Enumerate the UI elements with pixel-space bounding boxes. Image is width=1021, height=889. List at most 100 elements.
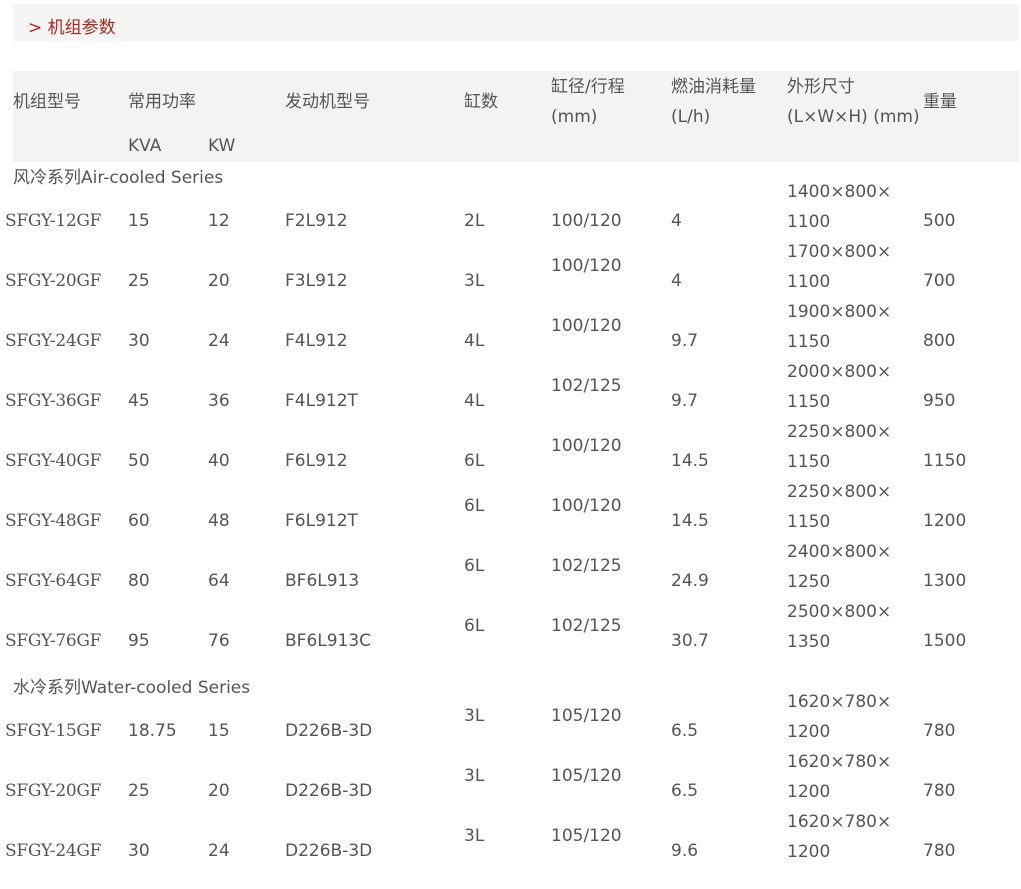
cell-cylinders: 3L [464, 826, 485, 846]
cell-dimensions: 1200 [787, 722, 831, 742]
cell-dimensions: 1250 [787, 572, 831, 592]
cell-cylinders: 6L [464, 496, 485, 516]
cell-weight: 800 [923, 331, 956, 351]
cell-engine: F6L912 [285, 451, 348, 471]
header-weight: 重量 [923, 92, 957, 112]
cell-engine: F6L912T [285, 511, 358, 531]
cell-fuel: 9.7 [671, 391, 699, 411]
cell-model: SFGY-24GF [5, 841, 102, 861]
cell-dimensions: 1700×800× [787, 242, 892, 262]
cell-dimensions: 1620×780× [787, 812, 892, 832]
cell-kw: 15 [208, 721, 230, 741]
cell-model: SFGY-20GF [5, 271, 102, 291]
cell-kw: 36 [208, 391, 230, 411]
cell-engine: D226B-3D [285, 721, 373, 741]
cell-kva: 18.75 [128, 721, 177, 741]
cell-weight: 780 [923, 781, 956, 801]
cell-cylinders: 6L [464, 556, 485, 576]
header-power: 常用功率 [128, 92, 196, 112]
cell-kw: 24 [208, 841, 230, 861]
cell-bore: 105/120 [551, 706, 622, 726]
header-kva: KVA [128, 136, 162, 156]
cell-dimensions: 1150 [787, 392, 831, 412]
cell-kw: 20 [208, 271, 230, 291]
cell-dimensions: 1900×800× [787, 302, 892, 322]
cell-bore: 100/120 [551, 436, 622, 456]
cell-weight: 1150 [923, 451, 967, 471]
cell-kw: 48 [208, 511, 230, 531]
cell-model: SFGY-36GF [5, 391, 102, 411]
cell-cylinders: 6L [464, 451, 485, 471]
header-kw: KW [208, 136, 236, 156]
cell-kw: 24 [208, 331, 230, 351]
cell-weight: 1500 [923, 631, 967, 651]
cell-kw: 12 [208, 211, 230, 231]
cell-model: SFGY-64GF [5, 571, 102, 591]
cell-dimensions: 1150 [787, 452, 831, 472]
cell-dimensions: 2250×800× [787, 422, 892, 442]
cell-kva: 30 [128, 841, 150, 861]
cell-dimensions: 1100 [787, 272, 831, 292]
cell-kva: 80 [128, 571, 150, 591]
header-bore-unit: (mm) [551, 107, 598, 127]
cell-bore: 102/125 [551, 616, 622, 636]
cell-kw: 64 [208, 571, 230, 591]
cell-dimensions: 2500×800× [787, 602, 892, 622]
cell-dimensions: 1200 [787, 842, 831, 862]
cell-cylinders: 3L [464, 766, 485, 786]
cell-weight: 950 [923, 391, 956, 411]
cell-model: SFGY-76GF [5, 631, 102, 651]
cell-fuel: 9.6 [671, 841, 699, 861]
cell-model: SFGY-15GF [5, 721, 102, 741]
group-title: 水冷系列Water-cooled Series [13, 678, 251, 698]
cell-engine: D226B-3D [285, 781, 373, 801]
cell-kva: 60 [128, 511, 150, 531]
cell-cylinders: 3L [464, 706, 485, 726]
cell-engine: F2L912 [285, 211, 348, 231]
cell-bore: 105/120 [551, 826, 622, 846]
cell-model: SFGY-12GF [5, 211, 102, 231]
cell-cylinders: 6L [464, 616, 485, 636]
cell-engine: BF6L913 [285, 571, 360, 591]
cell-dimensions: 1100 [787, 212, 831, 232]
cell-dimensions: 2000×800× [787, 362, 892, 382]
cell-bore: 102/125 [551, 556, 622, 576]
cell-kva: 50 [128, 451, 150, 471]
group-title: 风冷系列Air-cooled Series [13, 168, 224, 188]
cell-model: SFGY-40GF [5, 451, 102, 471]
cell-weight: 500 [923, 211, 956, 231]
cell-dimensions: 1400×800× [787, 182, 892, 202]
cell-dimensions: 1620×780× [787, 752, 892, 772]
cell-cylinders: 3L [464, 271, 485, 291]
cell-dimensions: 1150 [787, 512, 831, 532]
cell-fuel: 14.5 [671, 451, 709, 471]
header-cylinders: 缸数 [464, 92, 498, 112]
cell-weight: 780 [923, 721, 956, 741]
section-title: > 机组参数 [28, 18, 116, 38]
cell-cylinders: 4L [464, 391, 485, 411]
cell-dimensions: 2250×800× [787, 482, 892, 502]
cell-fuel: 24.9 [671, 571, 709, 591]
cell-fuel: 14.5 [671, 511, 709, 531]
cell-fuel: 9.7 [671, 331, 699, 351]
cell-bore: 105/120 [551, 766, 622, 786]
cell-weight: 780 [923, 841, 956, 861]
cell-kva: 30 [128, 331, 150, 351]
cell-fuel: 30.7 [671, 631, 709, 651]
cell-fuel: 6.5 [671, 721, 699, 741]
cell-kva: 25 [128, 271, 150, 291]
cell-weight: 1300 [923, 571, 967, 591]
cell-engine: F3L912 [285, 271, 348, 291]
cell-kva: 95 [128, 631, 150, 651]
cell-cylinders: 2L [464, 211, 485, 231]
cell-bore: 100/120 [551, 496, 622, 516]
cell-dimensions: 1150 [787, 332, 831, 352]
cell-bore: 100/120 [551, 316, 622, 336]
cell-bore: 100/120 [551, 256, 622, 276]
cell-fuel: 6.5 [671, 781, 699, 801]
cell-model: SFGY-20GF [5, 781, 102, 801]
cell-fuel: 4 [671, 211, 682, 231]
cell-kva: 45 [128, 391, 150, 411]
cell-engine: D226B-3D [285, 841, 373, 861]
cell-engine: F4L912T [285, 391, 358, 411]
